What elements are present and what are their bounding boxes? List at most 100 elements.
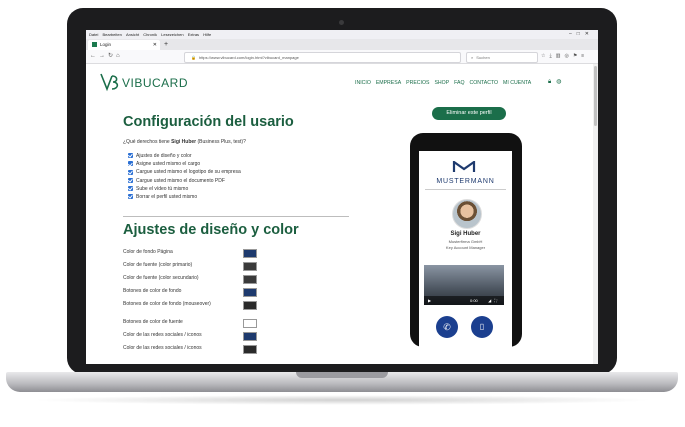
favicon-icon (92, 42, 97, 48)
main-nav: INICIO EMPRESA PRECIOS SHOP FAQ CONTACTO… (355, 80, 535, 86)
maximize-icon[interactable]: □ (577, 31, 585, 37)
nav-inicio[interactable]: INICIO (355, 80, 371, 86)
design-title: Ajustes de diseño y color (123, 222, 299, 238)
preview-divider (425, 189, 506, 190)
search-icon: ⌕ (471, 55, 474, 60)
color-setting-label: Botones de color de fondo (mouseover) (123, 301, 211, 307)
color-setting-row: Color de fuente (color secundario) (123, 275, 343, 284)
home-icon[interactable]: ⌂ (116, 53, 123, 59)
permission-item: Asigne usted mismo el cargo (128, 160, 241, 168)
preview-name: Sigi Huber (450, 231, 481, 237)
color-swatch[interactable] (243, 345, 257, 354)
logo-text[interactable]: VIBUCARD (122, 76, 188, 90)
lock-logout-icon[interactable]: 🔒︎ (548, 79, 556, 85)
nav-icons: 🔒︎◍ (548, 78, 566, 86)
nav-empresa[interactable]: EMPRESA (376, 80, 401, 86)
color-setting-row: Botones de color de fondo (mouseover) (123, 301, 343, 313)
permission-label: Asigne usted mismo el cargo (136, 161, 201, 168)
save-contact-button[interactable]: ▯ (471, 316, 493, 338)
tab-close-icon[interactable]: ✕ (153, 40, 157, 50)
checkbox-checked-icon[interactable] (128, 153, 133, 159)
menu-item-bearbeiten[interactable]: Bearbeiten (102, 30, 121, 39)
globe-icon[interactable]: ◍ (556, 79, 566, 85)
menu-item-chronik[interactable]: Chronik (143, 30, 157, 39)
nav-shop[interactable]: SHOP (434, 80, 449, 86)
color-swatch[interactable] (243, 249, 257, 258)
hamburger-menu-icon[interactable]: ≡ (581, 53, 588, 59)
menu-item-ansicht[interactable]: Ansicht (126, 30, 139, 39)
phone-call-button[interactable]: ✆ (436, 316, 458, 338)
new-tab-icon[interactable]: + (164, 40, 168, 50)
vibucard-logo-icon[interactable] (100, 72, 122, 92)
search-input[interactable]: ⌕ Suchen (466, 52, 538, 63)
menu-item-extras[interactable]: Extras (188, 30, 199, 39)
minimize-icon[interactable]: – (569, 31, 577, 37)
color-setting-row: Color de las redes sociales / iconos (123, 332, 343, 341)
url-text: https://www.vibucard.com/login.html?vibu… (198, 55, 299, 60)
menu-item-datei[interactable]: Datei (89, 30, 98, 39)
laptop-shadow (30, 395, 655, 405)
color-swatch[interactable] (243, 288, 257, 297)
brand-logo-icon (452, 161, 476, 172)
nav-buttons: ←→↻⌂ (90, 50, 123, 63)
nav-mi-cuenta[interactable]: MI CUENTA (503, 80, 531, 86)
laptop-notch (296, 372, 388, 378)
color-setting-label: Color de fuente (color primario) (123, 262, 193, 268)
rights-question: ¿Qué derechos tiene Sigi Huber (Business… (123, 139, 246, 145)
forward-icon[interactable]: → (99, 53, 108, 59)
back-icon[interactable]: ← (90, 53, 99, 59)
nav-precios[interactable]: PRECIOS (406, 80, 429, 86)
permission-item: Ajustes de diseño y color (128, 152, 241, 160)
mobile-icon: ▯ (479, 322, 485, 331)
question-user-name: Sigi Huber (171, 139, 197, 145)
color-setting-label: Color de fondo Página (123, 249, 173, 255)
phone-icon: ✆ (443, 322, 451, 332)
preview-brand: MUSTERMANN (436, 178, 495, 185)
section-divider (123, 216, 349, 217)
delete-profile-button[interactable]: Eliminar este perfil (432, 107, 506, 120)
permission-item: Borrar el perfil usted mismo (128, 193, 241, 201)
permission-label: Sube el vídeo tú mismo (136, 185, 189, 192)
url-bar[interactable]: 🔒 https://www.vibucard.com/login.html?vib… (184, 52, 461, 63)
color-swatch[interactable] (243, 332, 257, 341)
close-window-icon[interactable]: ✕ (585, 31, 594, 37)
nav-contacto[interactable]: CONTACTO (469, 80, 498, 86)
checkbox-checked-icon[interactable] (128, 161, 133, 167)
video-controls: ▶ 0:00 ◢⛶ (424, 296, 504, 305)
menu-item-hilfe[interactable]: Hilfe (203, 30, 211, 39)
question-prefix: ¿Qué derechos tiene (123, 139, 172, 145)
preview-company: Musterfirma GmbH (448, 239, 483, 244)
permission-label: Borrar el perfil usted mismo (136, 193, 198, 200)
browser-window: Datei Bearbeiten Ansicht Chronik Lesezei… (86, 30, 598, 364)
checkbox-checked-icon[interactable] (128, 177, 133, 183)
permission-label: Ajustes de diseño y color (136, 153, 192, 159)
play-icon[interactable]: ▶ (428, 296, 431, 305)
color-swatch[interactable] (243, 319, 257, 328)
nav-faq[interactable]: FAQ (454, 80, 464, 86)
color-setting-row: Color de las redes sociales / iconos (123, 345, 343, 354)
window-controls: –□✕ (569, 30, 594, 39)
preview-job-title: Key Account Manager (445, 245, 486, 250)
toolbar-icons: ☆⤓▥◎⚑≡ (541, 50, 588, 63)
scrollbar-thumb[interactable] (594, 66, 597, 126)
fullscreen-icon[interactable]: ⛶ (494, 298, 500, 303)
account-icon[interactable]: ◎ (564, 53, 572, 59)
color-swatch[interactable] (243, 301, 257, 310)
menu-item-lesezeichen[interactable]: Lesezeichen (161, 30, 183, 39)
checkbox-checked-icon[interactable] (128, 194, 133, 200)
question-suffix: (Business Plus, test)? (196, 139, 246, 145)
color-setting-label: Color de las redes sociales / iconos (123, 332, 202, 338)
color-setting-label: Color de fuente (color secundario) (123, 275, 199, 281)
checkbox-checked-icon[interactable] (128, 169, 133, 175)
search-placeholder: Suchen (476, 55, 490, 60)
color-swatch[interactable] (243, 262, 257, 271)
permission-list: Ajustes de diseño y color Asigne usted m… (128, 152, 241, 201)
color-setting-label: Color de las redes sociales / iconos (123, 345, 202, 351)
tab-login[interactable]: Login ✕ (88, 40, 160, 50)
reload-icon[interactable]: ↻ (108, 53, 116, 59)
color-swatch[interactable] (243, 275, 257, 284)
color-setting-row: Botones de color de fondo (123, 288, 343, 297)
lock-icon: 🔒 (191, 55, 196, 60)
checkbox-checked-icon[interactable] (128, 185, 133, 191)
tab-bar (86, 39, 598, 50)
